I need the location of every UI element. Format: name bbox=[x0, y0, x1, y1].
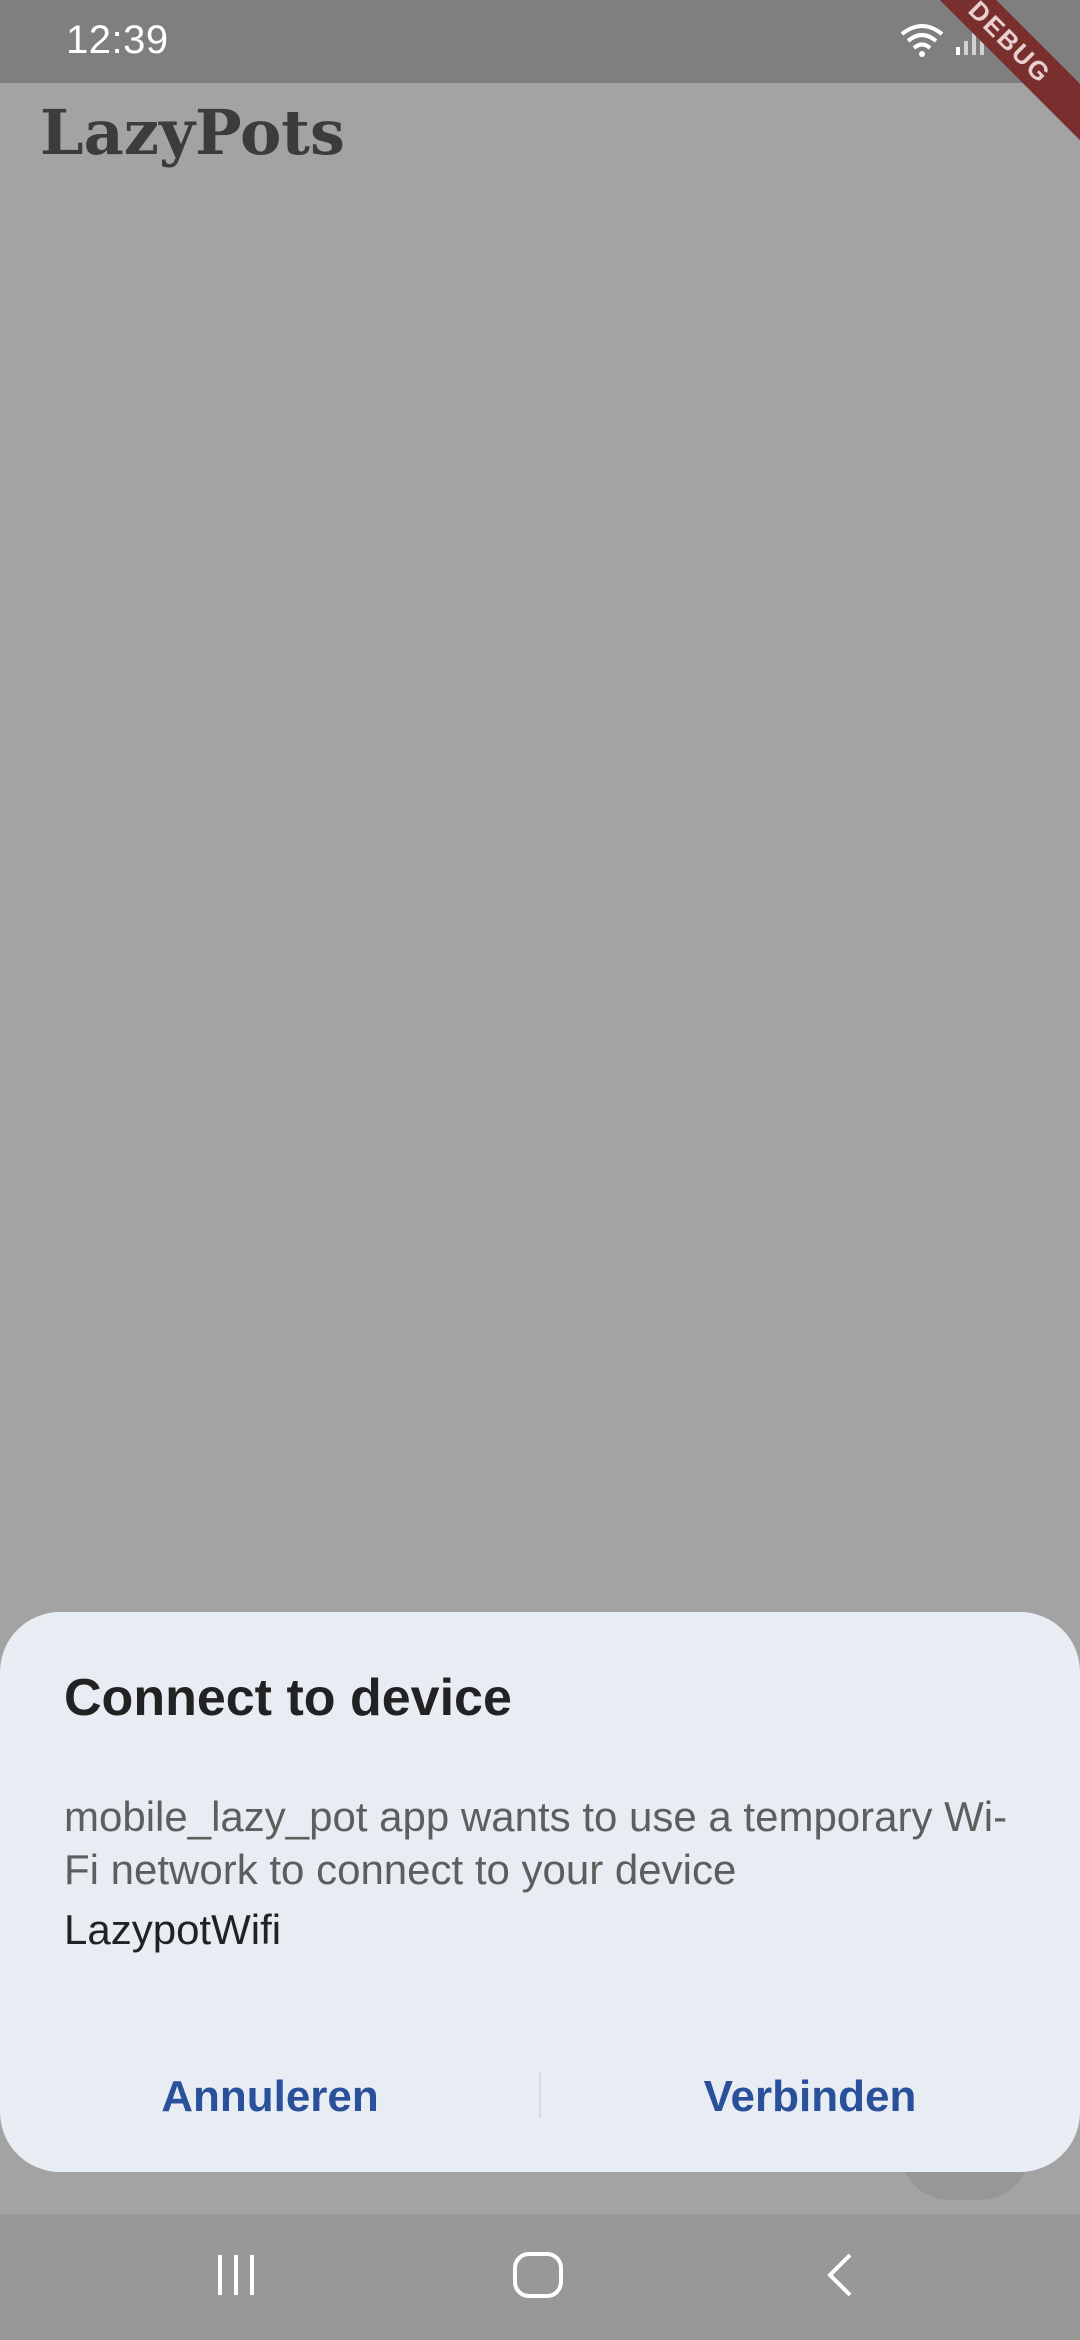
connect-button[interactable]: Verbinden bbox=[540, 2042, 1080, 2152]
screen: 12:39 DEBUG LazyPots Connect to device m… bbox=[0, 0, 1080, 2340]
app-title: LazyPots bbox=[40, 96, 345, 169]
back-icon bbox=[824, 2251, 856, 2304]
cancel-button[interactable]: Annuleren bbox=[0, 2042, 540, 2152]
recent-apps-icon bbox=[214, 2253, 258, 2302]
back-button[interactable] bbox=[760, 2214, 920, 2340]
navigation-bar bbox=[0, 2214, 1080, 2340]
dialog-actions: Annuleren Verbinden bbox=[0, 2042, 1080, 2152]
dialog-message: mobile_lazy_pot app wants to use a tempo… bbox=[64, 1793, 1008, 1893]
recent-apps-button[interactable] bbox=[156, 2214, 316, 2340]
status-time: 12:39 bbox=[66, 18, 169, 62]
connect-dialog: Connect to device mobile_lazy_pot app wa… bbox=[0, 1612, 1080, 2172]
status-bar: 12:39 DEBUG bbox=[0, 0, 1080, 149]
home-button[interactable] bbox=[458, 2214, 618, 2340]
home-icon bbox=[512, 2251, 564, 2304]
wifi-icon bbox=[900, 22, 944, 63]
dialog-title: Connect to device bbox=[64, 1669, 512, 1727]
dialog-ssid: LazypotWifi bbox=[64, 1906, 282, 1953]
